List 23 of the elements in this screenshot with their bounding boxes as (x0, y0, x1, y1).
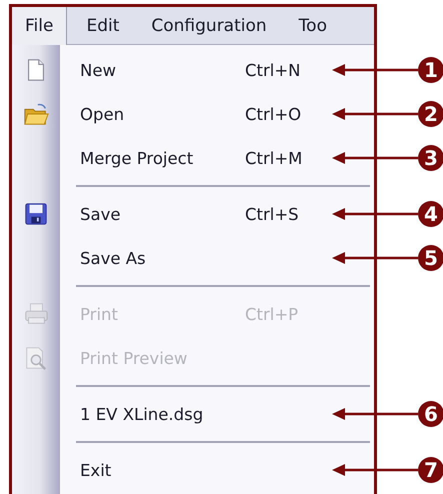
menu-item[interactable]: 1 EV XLine.dsg (60, 392, 360, 436)
callout-number: 5 (418, 245, 443, 271)
menu-tab[interactable]: Configuration (138, 7, 280, 44)
shortcut-label: Ctrl+O (245, 104, 302, 124)
menu-item[interactable]: Save As (60, 236, 360, 280)
callout-number: 1 (418, 57, 443, 83)
callout-number: 6 (418, 401, 443, 427)
menu-item[interactable]: New Ctrl+N (60, 48, 360, 92)
callout-number: 2 (418, 101, 443, 127)
menu-item[interactable]: Save Ctrl+S (60, 192, 360, 236)
menu-item[interactable]: Merge Project Ctrl+M (60, 136, 360, 180)
shortcut-label: Ctrl+P (245, 304, 298, 324)
menu-item[interactable]: Exit (60, 448, 360, 492)
shortcut-label: Ctrl+S (245, 204, 299, 224)
menu-tab[interactable]: File (12, 7, 68, 45)
menu-tab[interactable]: Edit (73, 7, 132, 44)
callout-number: 4 (418, 201, 443, 227)
menu-item[interactable]: Open Ctrl+O (60, 92, 360, 136)
menu-tab[interactable]: Too (286, 7, 340, 44)
callout-number: 3 (418, 145, 443, 171)
callout-number: 7 (418, 457, 443, 483)
shortcut-label: Ctrl+N (245, 60, 301, 80)
shortcut-label: Ctrl+M (245, 148, 302, 168)
